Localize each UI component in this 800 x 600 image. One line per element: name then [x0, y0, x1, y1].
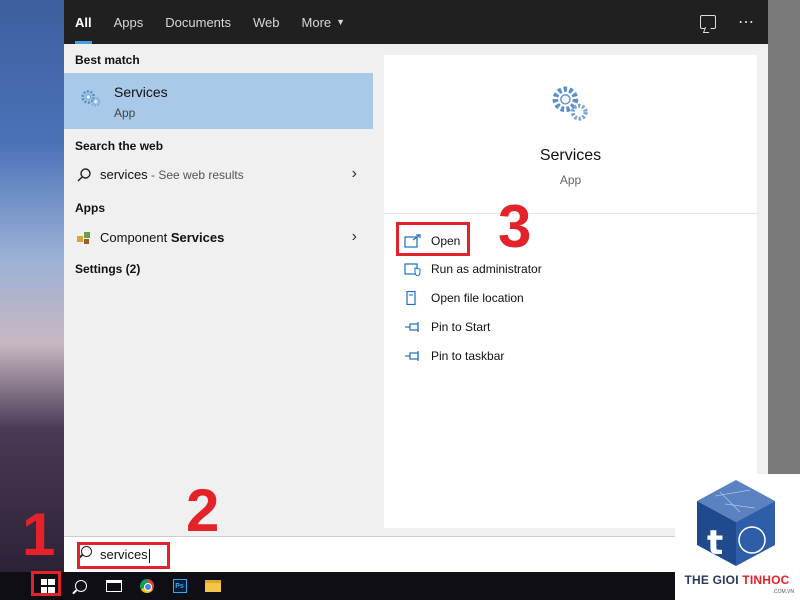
detail-subtitle: App	[559, 173, 582, 187]
feedback-icon[interactable]	[700, 15, 716, 29]
photoshop-taskbar-button[interactable]: Ps	[163, 572, 196, 600]
start-menu-panel: All Apps Documents Web More ▼ ⋯ Best matc…	[64, 0, 768, 572]
web-results-suffix: - See web results	[147, 168, 244, 182]
run-as-admin-action[interactable]: Run as administrator	[404, 258, 542, 280]
step3-number: 3	[498, 193, 532, 260]
chevron-right-icon[interactable]: ›	[352, 228, 357, 246]
brand-left: THE GIOI	[684, 573, 743, 587]
admin-shield-icon	[404, 263, 421, 276]
component-services-result[interactable]: Component Services ›	[64, 223, 373, 253]
best-match-heading: Best match	[75, 53, 140, 67]
pin-icon	[405, 322, 419, 332]
settings-heading[interactable]: Settings (2)	[64, 262, 140, 276]
more-options-icon[interactable]: ⋯	[738, 12, 754, 32]
chrome-taskbar-button[interactable]	[130, 572, 163, 600]
apps-heading: Apps	[75, 201, 105, 215]
search-icon	[77, 168, 91, 182]
web-query-text: services	[100, 167, 148, 182]
pin-icon	[405, 351, 419, 361]
tab-all[interactable]: All	[64, 0, 103, 44]
pin-to-start-action[interactable]: Pin to Start	[404, 316, 490, 338]
taskbar: Ps	[0, 572, 675, 600]
chevron-right-icon[interactable]: ›	[352, 165, 357, 183]
step1-number: 1	[22, 501, 56, 568]
open-file-location-label: Open file location	[431, 291, 524, 305]
photoshop-icon: Ps	[172, 579, 187, 593]
caret-down-icon: ▼	[336, 17, 346, 27]
component-services-icon	[77, 232, 90, 244]
gear-icon	[81, 90, 101, 107]
task-view-icon	[105, 580, 122, 592]
component-label-match: Services	[170, 230, 225, 245]
tab-more[interactable]: More ▼	[291, 0, 357, 44]
chrome-icon	[139, 579, 154, 593]
result-detail-pane: Services App Open Run as administrator O…	[384, 55, 757, 528]
run-as-admin-label: Run as administrator	[431, 262, 542, 276]
brand-right: TINHOC	[742, 573, 790, 587]
pin-to-taskbar-label: Pin to taskbar	[431, 349, 505, 363]
search-results-list: Best match Services App Search the web s…	[64, 44, 373, 528]
divider	[384, 213, 757, 214]
file-location-icon	[406, 291, 416, 305]
best-match-services[interactable]: Services App	[64, 73, 373, 129]
detail-title: Services	[539, 147, 602, 164]
tab-documents[interactable]: Documents	[154, 0, 242, 44]
cube-letter: t	[707, 523, 723, 563]
task-view-button[interactable]	[97, 572, 130, 600]
step3-highlight-box	[396, 222, 470, 256]
search-icon	[74, 580, 87, 592]
tab-apps[interactable]: Apps	[103, 0, 155, 44]
folder-icon	[204, 580, 221, 592]
file-explorer-taskbar-button[interactable]	[196, 572, 229, 600]
cube-logo-icon: t	[697, 480, 775, 566]
pin-to-taskbar-action[interactable]: Pin to taskbar	[404, 345, 504, 367]
brand-domain: .COM.VN	[772, 589, 794, 595]
step2-highlight-box	[77, 542, 170, 569]
best-match-subtitle: App	[114, 106, 136, 120]
search-web-heading: Search the web	[75, 139, 164, 153]
step1-highlight-box	[31, 571, 61, 596]
gear-icon	[552, 86, 588, 121]
taskbar-search-button[interactable]	[64, 572, 97, 600]
watermark-logo: t THE GIOI TINHOC .COM.VN	[675, 474, 800, 600]
tab-web[interactable]: Web	[242, 0, 291, 44]
desktop-wallpaper	[0, 0, 64, 572]
search-tabs-bar: All Apps Documents Web More ▼ ⋯	[64, 0, 768, 44]
pin-to-start-label: Pin to Start	[431, 320, 491, 334]
step2-number: 2	[186, 477, 220, 544]
open-file-location-action[interactable]: Open file location	[404, 287, 524, 309]
web-search-result[interactable]: services - See web results ›	[64, 160, 373, 190]
best-match-title: Services	[114, 84, 168, 100]
component-label-prefix: Component	[100, 230, 171, 245]
